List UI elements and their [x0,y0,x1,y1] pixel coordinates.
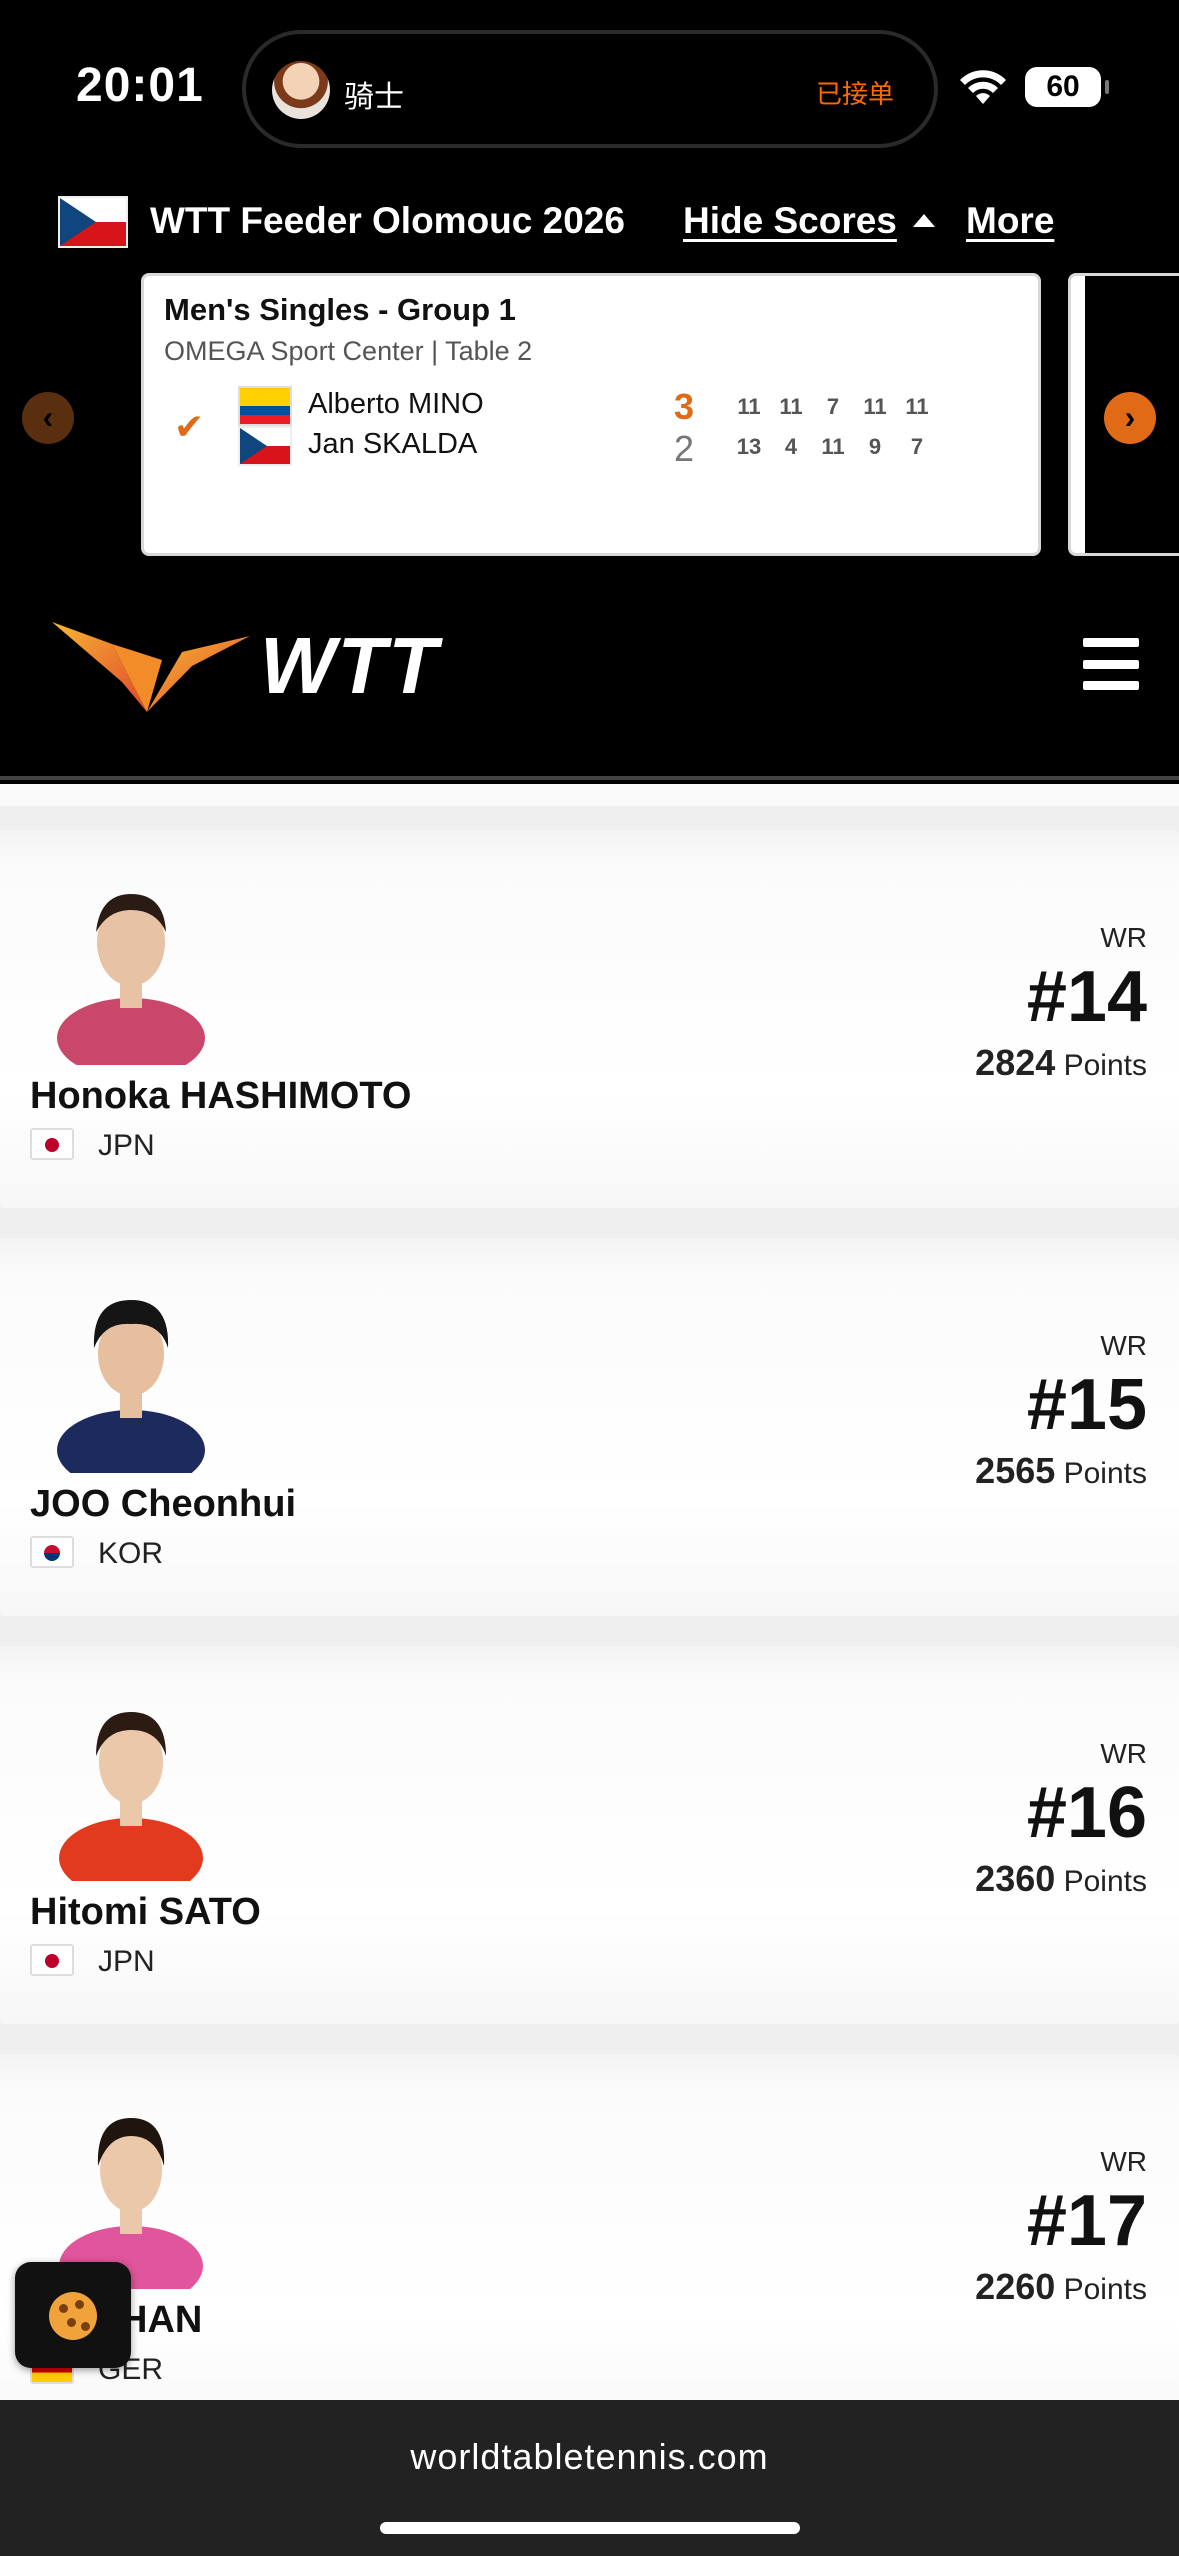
points-label: Points [1063,1457,1147,1490]
player-photo [59,2118,203,2289]
game-score: 11 [737,394,761,419]
player-country: JPN [98,1129,155,1162]
cookie-icon [49,2292,97,2340]
japan-flag-icon [30,1128,74,1160]
player-name: Alberto MINO [308,388,484,420]
wtt-logo-icon[interactable] [52,622,252,722]
points-label: Points [1063,1865,1147,1898]
status-time: 20:01 [76,59,204,112]
ranking-points: 2565 Points [975,1450,1147,1492]
game-score: 11 [905,394,929,419]
match-venue: OMEGA Sport Center | Table 2 [164,336,533,366]
sets-won: 2 [674,428,695,469]
event-bar: WTT Feeder Olomouc 2026 Hide Scores More [0,170,1179,270]
ranking-points: 2260 Points [975,2266,1147,2308]
player-country: KOR [98,1537,164,1570]
home-indicator[interactable] [380,2522,800,2534]
ranking-points: 2824 Points [975,1042,1147,1084]
wr-label: WR [1100,2146,1147,2177]
island-status: 已接单 [815,79,894,109]
player-photo [57,894,205,1065]
player-photo [59,1712,203,1881]
hide-scores-link[interactable]: Hide Scores [683,200,897,242]
game-score: 11 [779,394,803,419]
ranking-card[interactable]: HAN GER WR #17 2260 Points [0,2054,1179,2400]
world-rank: #15 [1026,1365,1147,1445]
points-value: 2824 [975,1042,1056,1083]
carousel-next-button[interactable]: › [1104,392,1156,444]
island-name: 骑士 [344,81,404,114]
game-scores: 13 4 11 9 7 [728,434,938,460]
ranking-card[interactable]: JOO Cheonhui KOR WR #15 2565 Points [0,1238,1179,1616]
ranking-points: 2360 Points [975,1858,1147,1900]
cookie-settings-button[interactable] [15,2262,131,2368]
wtt-logo-text[interactable]: WTT [260,620,439,712]
game-score: 7 [910,434,924,459]
wr-label: WR [1100,1330,1147,1361]
ranking-card[interactable]: Honoka HASHIMOTO JPN WR #14 2824 Points [0,830,1179,1208]
wr-label: WR [1100,922,1147,953]
event-title[interactable]: WTT Feeder Olomouc 2026 [150,200,625,242]
dynamic-island[interactable]: 骑士 已接单 [242,30,938,148]
points-value: 2260 [975,2266,1056,2307]
caret-up-icon[interactable] [913,214,935,227]
player-name: Jan SKALDA [308,428,478,460]
game-score: 11 [863,394,887,419]
world-rank: #16 [1026,1773,1147,1853]
status-bar: 20:01 骑士 已接单 60 [0,0,1179,170]
points-value: 2565 [975,1450,1056,1491]
czech-flag-icon [58,196,128,248]
list-divider [0,784,1179,806]
game-scores: 11 11 7 11 11 [728,394,938,420]
world-rank: #14 [1026,957,1147,1037]
japan-flag-icon [30,1944,74,1976]
wifi-icon [960,70,1006,104]
wr-label: WR [1100,1738,1147,1769]
menu-icon[interactable] [1083,638,1139,690]
player-name[interactable]: JOO Cheonhui [30,1483,296,1526]
avatar [272,61,330,119]
match-title: Men's Singles - Group 1 [164,292,516,327]
url-text[interactable]: worldtabletennis.com [0,2436,1179,2478]
game-score: 11 [821,434,845,459]
carousel-prev-button[interactable]: ‹ [22,392,74,444]
browser-address-bar: worldtabletennis.com [0,2400,1179,2556]
player-name[interactable]: Honoka HASHIMOTO [30,1075,411,1118]
battery-icon: 60 [1025,67,1109,107]
site-header: WTT [0,560,1179,780]
match-card[interactable]: Men's Singles - Group 1 OMEGA Sport Cent… [141,273,1041,556]
winner-check-icon: ✔ [174,406,205,447]
game-score: 9 [868,434,882,459]
player-photo [57,1300,205,1473]
more-link[interactable]: More [966,200,1054,242]
czech-flag-icon [238,426,292,466]
sets-won: 3 [674,386,695,427]
player-country: JPN [98,1945,155,1978]
game-score: 4 [784,434,798,459]
game-score: 13 [736,434,762,459]
live-score-carousel: ‹ Men's Singles - Group 1 OMEGA Sport Ce… [0,270,1179,560]
rankings-list: Honoka HASHIMOTO JPN WR #14 2824 Points … [0,784,1179,2400]
world-rank: #17 [1026,2181,1147,2261]
player-name[interactable]: HAN [120,2299,202,2342]
korea-flag-icon [30,1536,74,1568]
points-value: 2360 [975,1858,1056,1899]
ranking-card[interactable]: Hitomi SATO JPN WR #16 2360 Points [0,1646,1179,2024]
ecuador-flag-icon [238,386,292,426]
player-name[interactable]: Hitomi SATO [30,1891,261,1934]
game-score: 7 [826,394,840,419]
points-label: Points [1063,1049,1147,1082]
points-label: Points [1063,2273,1147,2306]
